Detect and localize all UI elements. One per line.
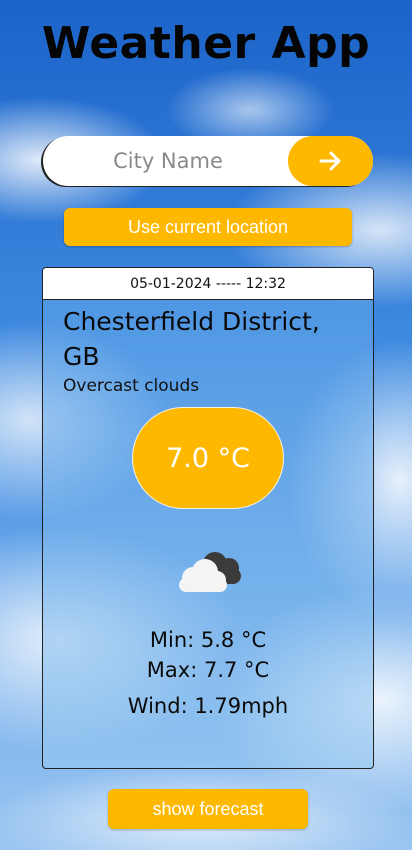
show-forecast-button[interactable]: show forecast — [108, 789, 308, 829]
app-title: Weather App — [41, 18, 371, 69]
max-temperature: Max: 7.7 °C — [146, 658, 270, 682]
city-name: Chesterfield District, GB — [63, 307, 320, 371]
temperature-badge: 7.0 °C — [132, 407, 284, 509]
min-temperature: Min: 5.8 °C — [149, 628, 267, 652]
search-bar — [43, 136, 373, 186]
city-search-input[interactable] — [63, 136, 313, 186]
datetime-label: 05-01-2024 ----- 12:32 — [43, 268, 373, 300]
wind-speed: Wind: 1.79mph — [127, 694, 289, 718]
weather-card: 05-01-2024 ----- 12:32 Chesterfield Dist… — [42, 267, 374, 769]
overcast-clouds-icon — [179, 552, 241, 592]
search-button[interactable] — [288, 136, 373, 186]
weather-description: Overcast clouds — [63, 376, 200, 396]
arrow-right-icon — [319, 151, 340, 171]
use-current-location-button[interactable]: Use current location — [64, 208, 352, 246]
